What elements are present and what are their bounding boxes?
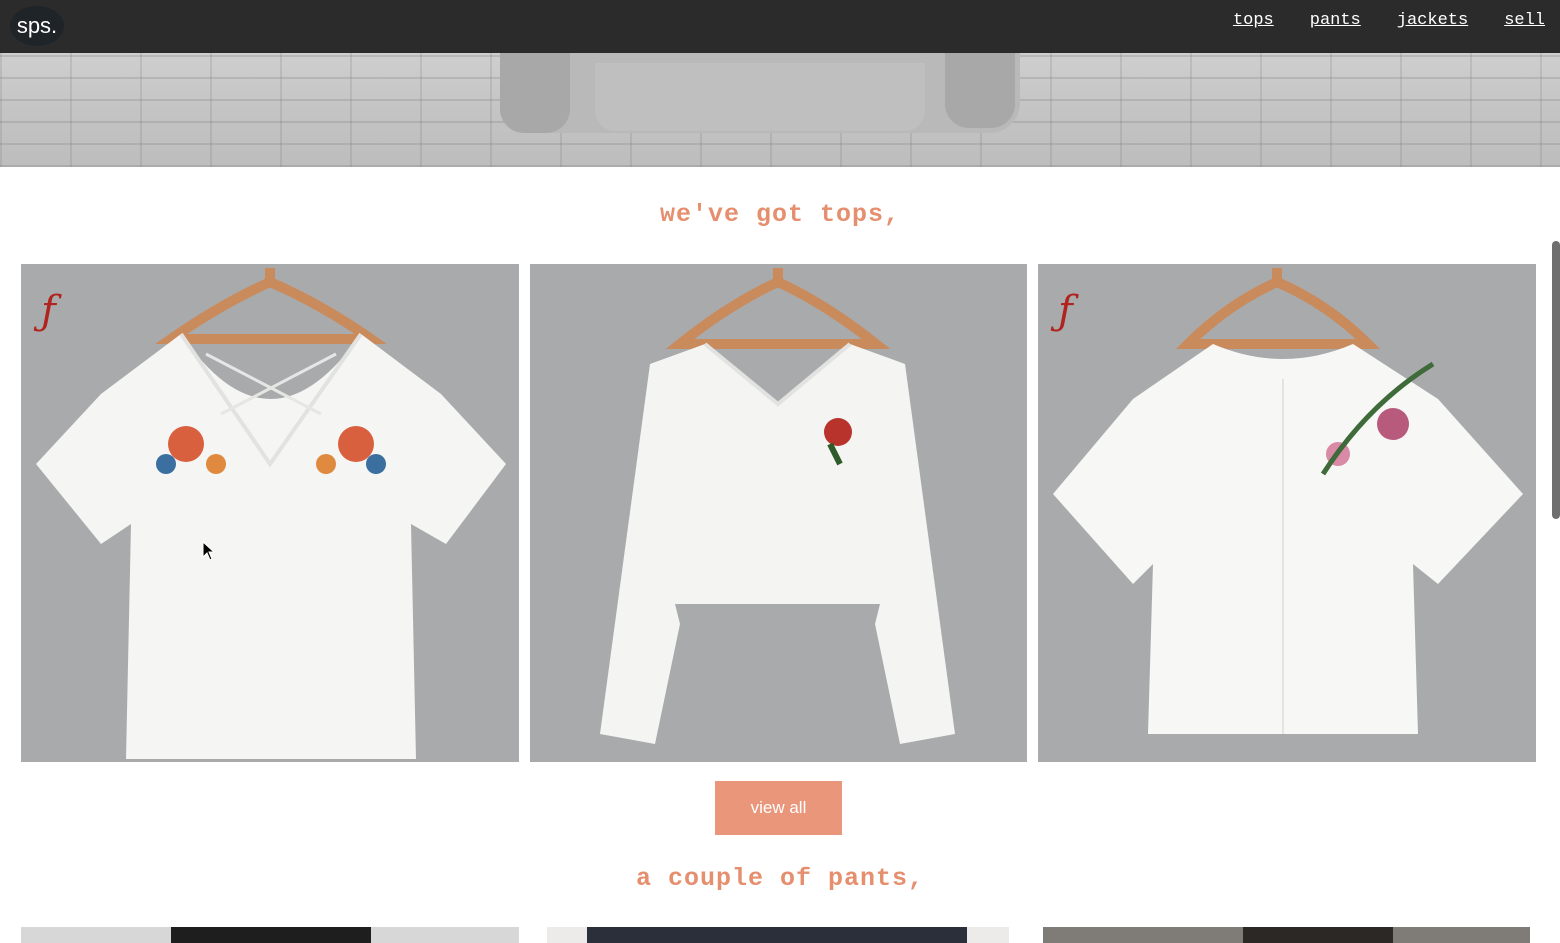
mouse-cursor-icon <box>202 541 216 561</box>
site-logo[interactable]: sps. <box>10 6 64 46</box>
hero-sleeve-right <box>945 53 1015 128</box>
product-card[interactable] <box>530 264 1027 762</box>
view-all-tops-button[interactable]: view all <box>715 781 842 835</box>
pants-section-title: a couple of pants, <box>635 864 925 893</box>
product-card[interactable] <box>1043 927 1530 943</box>
product-card[interactable]: ƒ <box>1038 264 1536 762</box>
product-image <box>1243 927 1393 943</box>
nav-link-tops[interactable]: tops <box>1233 11 1274 30</box>
product-image: ƒ <box>21 264 519 762</box>
scrollbar-thumb[interactable] <box>1552 241 1560 519</box>
product-image <box>530 264 1027 762</box>
tops-section-title: we've got tops, <box>659 200 901 229</box>
nav-link-sell[interactable]: sell <box>1504 11 1545 30</box>
main-nav: tops pants jackets sell <box>1233 11 1545 30</box>
product-image <box>587 927 967 943</box>
nav-link-pants[interactable]: pants <box>1310 11 1361 30</box>
hero-sleeve-left <box>500 53 570 133</box>
product-card[interactable] <box>21 927 519 943</box>
product-card[interactable] <box>547 927 1009 943</box>
hero-hem <box>595 63 925 131</box>
product-image <box>171 927 371 943</box>
hero-banner-image <box>0 53 1560 167</box>
nav-link-jackets[interactable]: jackets <box>1397 11 1468 30</box>
product-card[interactable]: ƒ <box>21 264 519 762</box>
product-image: ƒ <box>1038 264 1536 762</box>
top-navbar: sps. tops pants jackets sell <box>0 0 1560 53</box>
